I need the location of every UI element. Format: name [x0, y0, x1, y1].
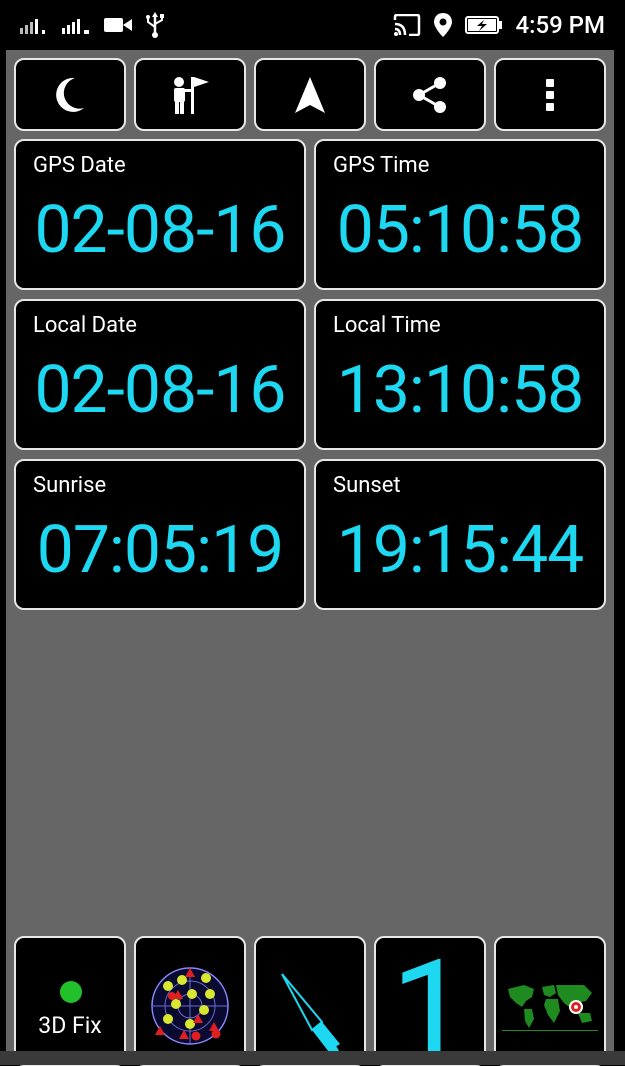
more-vert-icon: [544, 77, 556, 113]
sunrise-card: Sunrise 07:05:19: [14, 459, 306, 610]
night-mode-button[interactable]: [14, 58, 126, 131]
app-content: GPS Date 02-08-16 GPS Time 05:10:58 Loca…: [6, 50, 614, 1065]
waypoint-button[interactable]: [134, 58, 246, 131]
sunset-label: Sunset: [333, 473, 401, 498]
compass-icon: [270, 964, 350, 1054]
navigation-arrow-icon: [293, 75, 327, 115]
local-time-value: 13:10:58: [316, 353, 604, 429]
gps-date-value: 02-08-16: [16, 193, 304, 269]
fix-status-button[interactable]: 3D Fix: [14, 936, 126, 1066]
signal-1-icon: [20, 16, 50, 34]
cast-icon: [393, 14, 421, 36]
status-bar-right: 4:59 PM: [393, 11, 605, 39]
signal-2-icon: [62, 16, 92, 34]
status-bar: 4:59 PM: [0, 0, 625, 50]
sunset-value: 19:15:44: [316, 513, 604, 589]
share-button[interactable]: [374, 58, 486, 131]
local-time-card: Local Time 13:10:58: [314, 299, 606, 450]
gps-time-label: GPS Time: [333, 153, 429, 178]
satellite-count-button[interactable]: 1: [374, 936, 486, 1066]
gps-date-label: GPS Date: [33, 153, 126, 178]
satellite-skyplot-button[interactable]: [134, 936, 246, 1066]
fix-status-label: 3D Fix: [16, 1012, 124, 1039]
moon-icon: [53, 75, 87, 115]
local-date-value: 02-08-16: [16, 353, 304, 429]
navigation-bar: [0, 1051, 625, 1065]
gps-time-value: 05:10:58: [316, 193, 604, 269]
satellite-count: 1: [376, 942, 484, 1066]
gps-date-card: GPS Date 02-08-16: [14, 139, 306, 290]
sunrise-label: Sunrise: [33, 473, 106, 498]
sunset-card: Sunset 19:15:44: [314, 459, 606, 610]
status-bar-time: 4:59 PM: [515, 11, 605, 39]
local-date-card: Local Date 02-08-16: [14, 299, 306, 450]
share-icon: [410, 75, 450, 115]
status-bar-left: [20, 12, 166, 38]
world-map-button[interactable]: [494, 936, 606, 1066]
usb-icon: [144, 12, 166, 38]
navigation-button[interactable]: [254, 58, 366, 131]
more-options-button[interactable]: [494, 58, 606, 131]
local-time-label: Local Time: [333, 313, 441, 338]
satellite-skyplot-icon: [148, 964, 232, 1048]
battery-charging-icon: [465, 15, 503, 35]
world-map-icon: [502, 981, 598, 1031]
location-pin-icon: [433, 12, 453, 38]
sunrise-value: 07:05:19: [16, 513, 304, 589]
compass-button[interactable]: [254, 936, 366, 1066]
local-date-label: Local Date: [33, 313, 137, 338]
person-flag-icon: [169, 75, 211, 115]
fix-status-indicator: [60, 981, 82, 1003]
video-camera-icon: [104, 16, 132, 34]
gps-time-card: GPS Time 05:10:58: [314, 139, 606, 290]
